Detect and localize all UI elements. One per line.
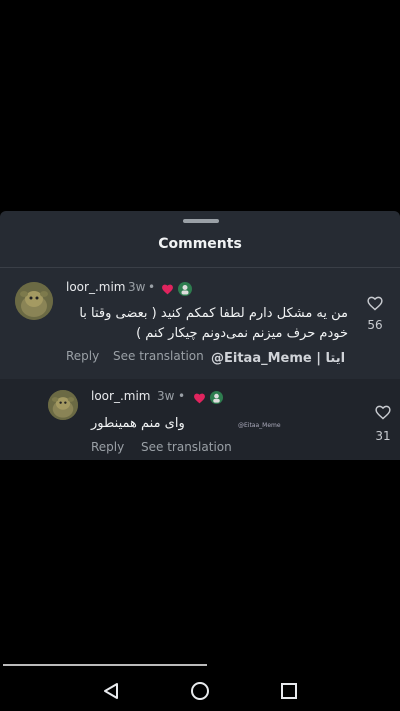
heart-outline-icon[interactable]: [366, 295, 384, 311]
reply-button[interactable]: Reply: [91, 440, 124, 454]
like-count: 31: [375, 429, 391, 443]
sheet-title: Comments: [158, 236, 242, 252]
comment-username[interactable]: loor_.mim: [66, 280, 125, 294]
see-translation-button[interactable]: See translation: [141, 440, 232, 454]
meta-separator: •: [148, 280, 156, 294]
drag-handle[interactable]: [183, 219, 219, 223]
comment-time: 3w: [128, 280, 146, 294]
comment-username[interactable]: loor_.mim: [91, 389, 150, 403]
comment-text-line: وای منم همینطور: [91, 416, 185, 431]
avatar[interactable]: [48, 390, 78, 420]
watermark: @Eitaa_Meme | ایتا: [211, 351, 346, 366]
like-count: 56: [367, 318, 383, 332]
home-circle-icon[interactable]: [190, 681, 210, 701]
creator-heart-icon: [162, 284, 173, 295]
creator-avatar-icon: [210, 391, 223, 404]
system-navigation-bar: [0, 660, 400, 711]
reply-button[interactable]: Reply: [66, 349, 99, 363]
recents-square-icon[interactable]: [279, 681, 299, 701]
comment-time: 3w: [157, 389, 175, 403]
comment-text-line: خودم حرف میزنم نمی‌دونم چیکار کنم ): [136, 326, 348, 341]
comment-text-line: من یه مشکل دارم لطفا کمکم کنید ( بعضی وق…: [79, 306, 348, 321]
comments-sheet: Comments loor_.mim 3w • من یه مشکل دارم …: [0, 211, 400, 460]
creator-heart-icon: [194, 393, 205, 404]
divider: [0, 267, 400, 268]
watermark: @Eitaa_Meme: [238, 422, 281, 429]
see-translation-button[interactable]: See translation: [113, 349, 204, 363]
progress-line: [3, 664, 207, 666]
heart-outline-icon[interactable]: [374, 404, 392, 420]
back-triangle-icon[interactable]: [101, 681, 121, 701]
meta-separator: •: [178, 389, 186, 403]
creator-avatar-icon: [178, 282, 192, 296]
